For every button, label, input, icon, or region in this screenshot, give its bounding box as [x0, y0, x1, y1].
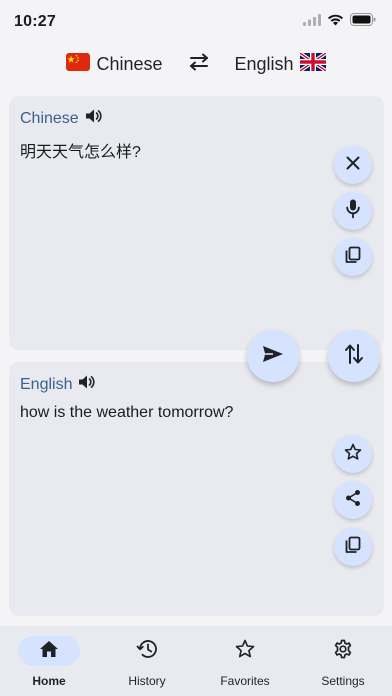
signal-icon: [303, 13, 321, 31]
source-language-selector[interactable]: Chinese: [66, 52, 163, 76]
nav-history-indicator: [116, 636, 178, 666]
source-text-card: Chinese 明天天气怎么样?: [9, 96, 384, 350]
swap-horizontal-icon: [188, 53, 210, 76]
bottom-navigation: Home History Favorites Settings: [0, 626, 392, 696]
source-text[interactable]: 明天天气怎么样?: [20, 138, 141, 162]
status-icons: [303, 13, 376, 31]
swap-languages-button[interactable]: [179, 44, 219, 84]
target-card-language: English: [20, 375, 73, 393]
copy-icon: [344, 246, 362, 269]
nav-home-indicator: [18, 636, 80, 666]
nav-label-settings: Settings: [321, 674, 365, 688]
source-card-header: Chinese: [20, 108, 103, 129]
target-language-label: English: [234, 53, 294, 74]
microphone-icon: [346, 199, 360, 224]
nav-item-history[interactable]: History: [98, 626, 196, 696]
microphone-button[interactable]: [334, 192, 372, 230]
translate-send-button[interactable]: [247, 330, 299, 382]
home-icon: [39, 640, 59, 663]
wifi-icon: [327, 13, 344, 31]
star-icon: [235, 639, 255, 664]
speaker-icon[interactable]: [78, 374, 96, 395]
nav-settings-indicator: [312, 636, 374, 666]
nav-item-home[interactable]: Home: [0, 626, 98, 696]
clear-icon: [346, 156, 360, 175]
target-language-selector[interactable]: English: [234, 51, 327, 76]
share-icon: [344, 489, 362, 512]
source-card-language: Chinese: [20, 109, 79, 127]
favorite-button[interactable]: [334, 435, 372, 473]
swap-vertical-icon: [344, 343, 364, 370]
star-icon: [344, 443, 362, 466]
language-bar: Chinese English: [0, 44, 392, 84]
swap-text-button[interactable]: [328, 330, 380, 382]
nav-item-settings[interactable]: Settings: [294, 626, 392, 696]
speaker-icon[interactable]: [85, 108, 103, 129]
china-flag-icon: [66, 52, 91, 76]
nav-item-favorites[interactable]: Favorites: [196, 626, 294, 696]
nav-favorites-indicator: [214, 636, 276, 666]
translated-text-card: English how is the weather tomorrow?: [9, 362, 384, 616]
history-icon: [136, 639, 158, 664]
nav-label-favorites: Favorites: [220, 674, 270, 688]
nav-label-home: Home: [32, 674, 66, 688]
clear-button[interactable]: [334, 146, 372, 184]
battery-icon: [350, 13, 376, 31]
copy-source-button[interactable]: [334, 238, 372, 276]
send-icon: [262, 345, 284, 368]
gear-icon: [333, 639, 353, 664]
source-language-label: Chinese: [96, 53, 163, 74]
status-time: 10:27: [14, 13, 56, 30]
target-card-header: English: [20, 374, 96, 395]
copy-translation-button[interactable]: [334, 528, 372, 566]
copy-icon: [344, 536, 362, 559]
nav-label-history: History: [128, 674, 166, 688]
uk-flag-icon: [298, 51, 327, 76]
status-bar: 10:27: [0, 0, 392, 44]
translated-text: how is the weather tomorrow?: [20, 404, 234, 421]
share-button[interactable]: [334, 481, 372, 519]
